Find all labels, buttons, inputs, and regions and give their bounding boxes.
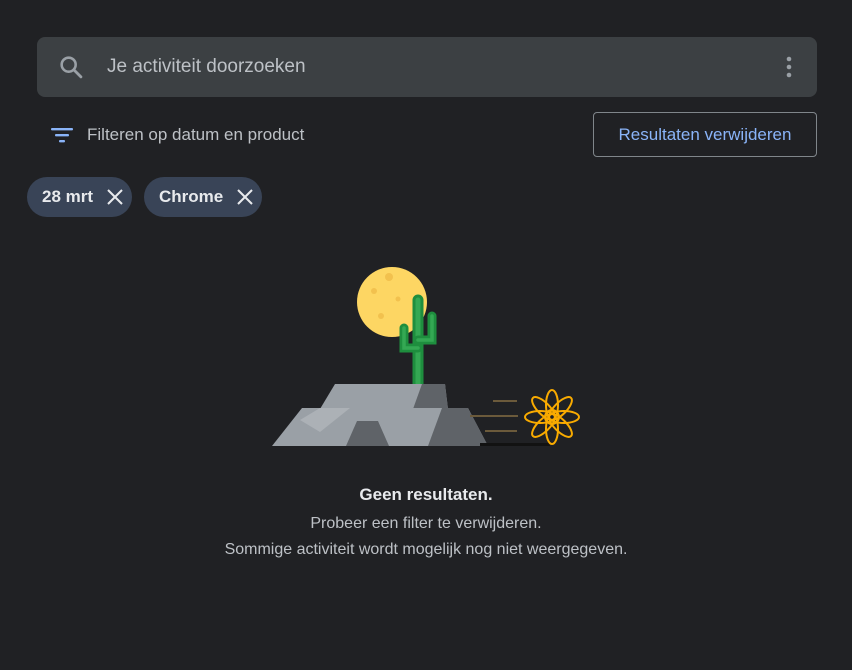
filter-button[interactable]: Filteren op datum en product [48,120,304,150]
search-input[interactable] [107,37,747,97]
chip-label: 28 mrt [42,187,94,206]
search-bar[interactable] [37,37,817,97]
chip-date[interactable]: 28 mrt [27,177,133,217]
delete-results-button[interactable]: Resultaten verwijderen [593,112,817,157]
filter-label: Filteren op datum en product [87,125,305,144]
rocks-shape [272,384,488,446]
close-icon[interactable] [106,188,124,206]
close-icon[interactable] [236,188,254,206]
empty-state-title: Geen resultaten. [359,485,493,504]
empty-state-hint: Probeer een filter te verwijderen. [310,515,542,532]
filter-list-icon [51,128,73,143]
more-vert-icon[interactable] [783,55,795,79]
chip-product[interactable]: Chrome [144,177,263,217]
desert-cactus-illustration [272,267,580,446]
search-icon[interactable] [57,53,85,81]
empty-state-note: Sommige activiteit wordt mogelijk nog ni… [224,541,628,558]
chip-label: Chrome [159,187,224,206]
tumbleweed-shape [524,389,580,445]
